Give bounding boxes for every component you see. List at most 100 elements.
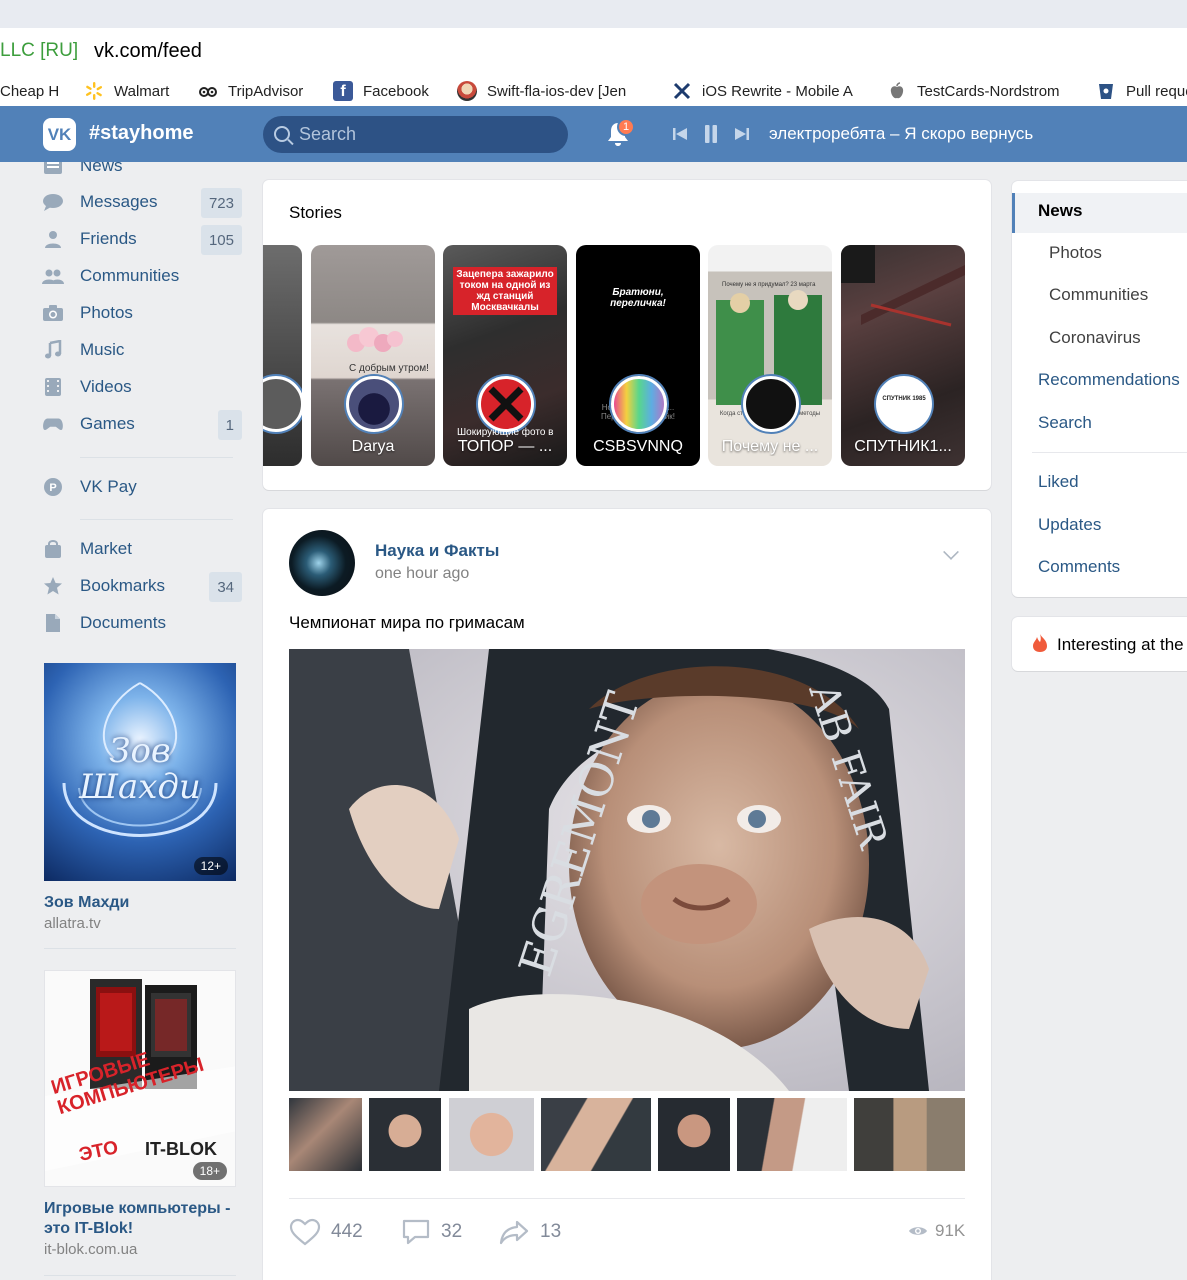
menu-item-recommendations[interactable]: Recommendations [1038,370,1180,390]
photo-thumbnail[interactable] [658,1098,730,1171]
photo-thumbnail[interactable] [737,1098,847,1171]
bookmark-nordstrom[interactable]: TestCards-Nordstrom [887,80,1060,102]
star-icon [42,577,64,595]
pause-icon[interactable] [703,122,719,146]
sidebar-item-vkpay[interactable]: P VK Pay [42,469,242,505]
menu-item-communities[interactable]: Communities [1049,285,1148,305]
sidebar-divider [44,1275,236,1276]
facebook-icon: f [333,81,353,101]
story-card[interactable]: Зацепера зажарило током на одной из жд с… [443,245,567,466]
post-time[interactable]: one hour ago [375,565,469,583]
bookmark-tripadvisor[interactable]: TripAdvisor [198,80,303,102]
sidebar-item-friends[interactable]: Friends 105 [42,221,242,257]
sidebar-item-music[interactable]: Music [42,332,242,368]
search-box[interactable] [263,116,568,153]
sidebar-item-photos[interactable]: Photos [42,295,242,331]
jenkins-icon [457,81,477,101]
previous-track-icon[interactable] [672,122,688,146]
menu-item-search[interactable]: Search [1038,413,1092,433]
comment-button[interactable]: 32 [401,1215,462,1249]
menu-item-comments[interactable]: Comments [1038,557,1120,577]
bookmark-jenkins[interactable]: Swift-fla-ios-dev [Jen [457,80,626,102]
like-button[interactable]: 442 [289,1215,363,1249]
bookmark-bitbucket[interactable]: Pull reque [1096,80,1187,102]
ad-domain[interactable]: it-blok.com.ua [44,1241,236,1258]
ad-image[interactable]: Зов Шахди 12+ [44,663,236,881]
menu-item-coronavirus[interactable]: Coronavirus [1049,328,1141,348]
story-card[interactable]: Братюни, переличка! Новый ... альбом ...… [576,245,700,466]
sidebar-item-news[interactable]: News [42,162,242,184]
ad-title[interactable]: Игровые компьютеры - это IT-Blok! [44,1199,236,1239]
search-input[interactable] [299,116,559,153]
tripadvisor-icon [199,87,217,97]
chevron-down-icon[interactable] [943,544,959,560]
header-tag[interactable]: #stayhome [89,122,194,145]
photo-thumbnail[interactable] [449,1098,534,1171]
ad-image-brand: IT-BLOK [145,1139,217,1159]
story-card[interactable]: Почему не я придумал? 23 марта Когда сто… [708,245,832,466]
menu-item-liked[interactable]: Liked [1038,472,1079,492]
ad-block[interactable]: ИГРОВЫЕ КОМПЬЮТЕРЫ ЭТО IT-BLOK 18+ Игров… [44,970,236,1258]
post-author[interactable]: Наука и Факты [375,541,499,561]
sidebar-item-videos[interactable]: Videos [42,369,242,405]
bookmark-label: Facebook [363,82,429,100]
music-icon [42,340,64,359]
bookmark-walmart[interactable]: Walmart [84,80,169,102]
post-photo[interactable]: EGREMONT AB FAIR [289,649,965,1091]
sidebar-item-market[interactable]: Market [42,531,242,567]
sidebar-item-bookmarks[interactable]: Bookmarks 34 [42,568,242,604]
games-count: 1 [217,410,242,440]
sidebar-item-label: Messages [80,192,158,211]
post-divider [289,1198,965,1199]
bookmark-facebook[interactable]: f Facebook [333,80,429,102]
menu-item-updates[interactable]: Updates [1038,515,1101,535]
svg-text:P: P [49,482,56,494]
eye-icon [909,1227,927,1235]
now-playing-track[interactable]: электроребята – Я скоро вернусь [769,124,1033,144]
story-card[interactable] [263,245,302,466]
ad-image[interactable]: ИГРОВЫЕ КОМПЬЮТЕРЫ ЭТО IT-BLOK 18+ [44,970,236,1187]
url-text[interactable]: vk.com/feed [94,40,202,63]
messages-count: 723 [200,188,242,218]
story-card[interactable]: СПУТНИК 1985 СПУТНИК1... [841,245,965,466]
sidebar-divider [80,519,233,520]
sidebar-item-label: Friends [80,229,137,248]
apple-icon [890,82,904,99]
photo-thumbnail[interactable] [289,1098,362,1171]
ad-domain[interactable]: allatra.tv [44,915,236,932]
sidebar-item-games[interactable]: Games 1 [42,406,242,442]
story-card[interactable]: С добрым утром! Darya [311,245,435,466]
comment-icon [402,1219,430,1245]
bookmark-jira[interactable]: iOS Rewrite - Mobile A [672,80,853,102]
bookmark-label: Swift-fla-ios-dev [Jen [487,82,627,100]
story-avatar [346,376,402,432]
vk-logo[interactable]: VK [43,118,76,151]
bookmark-label: Pull reque [1126,82,1187,100]
story-name: Darya [351,438,395,455]
community-avatar[interactable] [289,530,355,596]
bookmark-cheap[interactable]: Cheap H [0,80,59,102]
certificate-label: LLC [RU] [0,40,79,61]
photo-thumbnail[interactable] [541,1098,651,1171]
photo-thumbnail[interactable] [854,1098,965,1171]
views-counter: 91K [908,1221,965,1241]
sidebar-item-documents[interactable]: Documents [42,605,242,641]
search-icon [274,126,290,142]
ad-image-text: Зов Шахди [79,731,201,807]
bookmark-label: iOS Rewrite - Mobile A [702,82,853,100]
ad-title[interactable]: Зов Махди [44,893,236,913]
bookmark-label: TestCards-Nordstrom [917,82,1060,100]
next-track-icon[interactable] [734,122,750,146]
menu-item-photos[interactable]: Photos [1049,243,1102,263]
menu-item-news[interactable]: News [1038,201,1082,221]
interesting-block[interactable]: Interesting at the [1012,617,1187,671]
ad-block[interactable]: Зов Шахди 12+ Зов Махди allatra.tv [44,663,236,932]
story-name: CSBSVNNQ [593,438,683,455]
communities-icon [42,267,64,285]
share-button[interactable]: 13 [498,1215,561,1249]
photo-thumbnail[interactable] [369,1098,441,1171]
sidebar-item-communities[interactable]: Communities [42,258,242,294]
views-count: 91K [935,1221,966,1240]
story-caption: Зацепера зажарило током на одной из жд с… [453,267,557,315]
sidebar-item-messages[interactable]: Messages 723 [42,184,242,220]
